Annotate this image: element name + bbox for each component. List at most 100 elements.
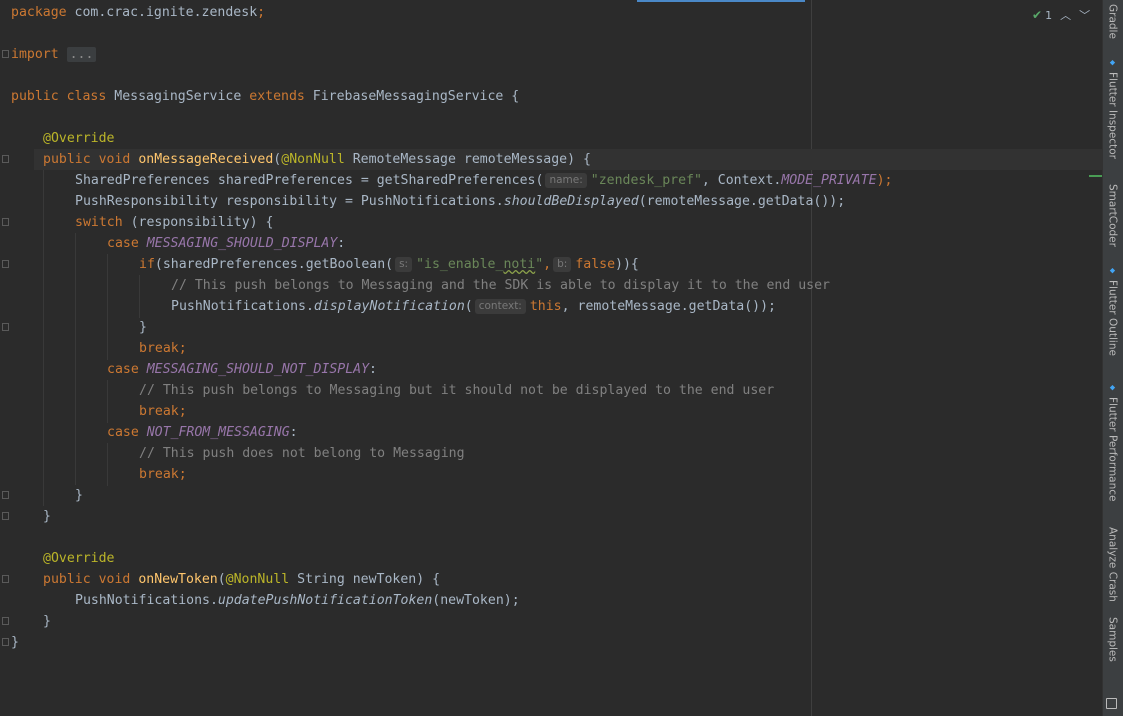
- static-method: updatePushNotificationToken: [217, 593, 433, 608]
- method-name: onMessageReceived: [138, 152, 274, 167]
- keyword: case: [107, 362, 139, 377]
- tool-window-gradle[interactable]: Gradle: [1102, 4, 1123, 39]
- indent-guide: [75, 233, 76, 485]
- inspection-status[interactable]: ✔ 1: [1032, 8, 1052, 22]
- brace: }: [43, 509, 51, 524]
- params: RemoteMessage remoteMessage) {: [344, 152, 591, 167]
- code-line-brace[interactable]: }: [43, 611, 51, 632]
- code-text: )){: [615, 257, 639, 272]
- code-line-comment[interactable]: // This push belongs to Messaging and th…: [171, 275, 830, 296]
- code-line-method-signature[interactable]: public void onNewToken(@NonNull String n…: [43, 569, 440, 590]
- check-icon: ✔: [1032, 8, 1043, 22]
- semicolon: ;: [178, 341, 187, 356]
- keyword: break: [139, 467, 179, 482]
- code-line-break[interactable]: break;: [139, 401, 187, 422]
- keyword: package: [11, 5, 67, 20]
- inspection-widget[interactable]: ✔ 1 ︿ ﹀: [1032, 6, 1090, 24]
- keyword: public: [43, 152, 91, 167]
- annotation: @Override: [43, 551, 115, 566]
- code-line[interactable]: PushNotifications.displayNotification(co…: [171, 296, 776, 317]
- folded-imports[interactable]: ...: [66, 47, 97, 62]
- tool-window-label: Flutter Inspector: [1106, 72, 1119, 159]
- code-text: ,: [543, 257, 552, 272]
- super-class: FirebaseMessagingService {: [312, 89, 520, 104]
- tool-window-flutter-outline[interactable]: ◆ Flutter Outline: [1102, 266, 1123, 356]
- fold-marker[interactable]: [2, 218, 9, 226]
- chevron-down-icon[interactable]: ﹀: [1079, 7, 1090, 23]
- fold-marker[interactable]: [2, 512, 9, 520]
- brace: }: [43, 614, 51, 629]
- fold-marker[interactable]: [2, 491, 9, 499]
- fold-marker[interactable]: [2, 323, 9, 331]
- code-line[interactable]: PushNotifications.updatePushNotification…: [75, 590, 520, 611]
- keyword: extends: [249, 89, 305, 104]
- code-line-class[interactable]: public class MessagingService extends Fi…: [11, 86, 519, 107]
- code-text: (newToken);: [432, 593, 520, 608]
- keyword: void: [98, 572, 131, 587]
- static-method: displayNotification: [313, 299, 465, 314]
- code-line-annotation[interactable]: @Override: [43, 548, 114, 569]
- code-editor[interactable]: package com.crac.ignite.zendesk; import …: [0, 0, 1102, 716]
- tool-window-analyze-crash[interactable]: Analyze Crash: [1102, 527, 1123, 602]
- constant: MODE_PRIVATE: [781, 173, 877, 188]
- tool-window-flutter-performance[interactable]: ◆ Flutter Performance: [1102, 383, 1123, 502]
- keyword: false: [575, 257, 616, 272]
- code-line-brace[interactable]: }: [43, 506, 51, 527]
- code-line-if[interactable]: if(sharedPreferences.getBoolean(s: "is_en…: [139, 254, 639, 275]
- tool-window-label: Samples: [1106, 617, 1119, 662]
- code-line-brace[interactable]: }: [75, 485, 83, 506]
- keyword: case: [107, 236, 139, 251]
- code-line-annotation[interactable]: @Override: [43, 128, 114, 149]
- indent-guide: [107, 380, 108, 423]
- brace: }: [75, 488, 83, 503]
- flutter-icon: ◆: [1109, 58, 1116, 68]
- code-text: (sharedPreferences.getBoolean(: [154, 257, 394, 272]
- code-line-brace[interactable]: }: [11, 632, 19, 653]
- indent-guide: [107, 443, 108, 486]
- class-name: MessagingService: [114, 89, 242, 104]
- code-line[interactable]: PushResponsibility responsibility = Push…: [75, 191, 845, 212]
- code-text: SharedPreferences sharedPreferences = ge…: [75, 173, 544, 188]
- code-text: );: [876, 173, 893, 188]
- keyword: switch: [75, 215, 123, 230]
- tool-window-label: Gradle: [1106, 4, 1119, 39]
- fold-marker[interactable]: [2, 638, 9, 646]
- code-line-comment[interactable]: // This push does not belong to Messagin…: [139, 443, 465, 464]
- fold-marker[interactable]: [2, 260, 9, 268]
- code-line-case[interactable]: case MESSAGING_SHOULD_DISPLAY:: [107, 233, 345, 254]
- code-text: PushResponsibility responsibility = Push…: [75, 194, 504, 209]
- code-line-package[interactable]: package com.crac.ignite.zendesk;: [11, 2, 265, 23]
- code-text: :: [369, 362, 377, 377]
- code-line-comment[interactable]: // This push belongs to Messaging but it…: [139, 380, 774, 401]
- tool-window-smartcoder[interactable]: SmartCoder: [1102, 184, 1123, 247]
- chevron-up-icon[interactable]: ︿: [1060, 7, 1071, 23]
- editor-tab-indicator: [637, 0, 805, 2]
- code-line-break[interactable]: break;: [139, 338, 187, 359]
- code-line-method-signature[interactable]: public void onMessageReceived(@NonNull R…: [43, 149, 591, 170]
- enum-constant: NOT_FROM_MESSAGING: [146, 425, 290, 440]
- typo-warning[interactable]: noti: [503, 257, 535, 272]
- paren: (: [464, 299, 473, 314]
- event-log-icon[interactable]: [1106, 698, 1117, 709]
- fold-marker[interactable]: [2, 50, 9, 58]
- code-line[interactable]: SharedPreferences sharedPreferences = ge…: [75, 170, 893, 191]
- enum-constant: MESSAGING_SHOULD_DISPLAY: [146, 236, 338, 251]
- indent-guide: [43, 170, 44, 506]
- fold-marker[interactable]: [2, 575, 9, 583]
- code-text: (remoteMessage.getData());: [638, 194, 846, 209]
- code-line-case[interactable]: case MESSAGING_SHOULD_NOT_DISPLAY:: [107, 359, 377, 380]
- code-line-brace[interactable]: }: [139, 317, 147, 338]
- code-line-case[interactable]: case NOT_FROM_MESSAGING:: [107, 422, 298, 443]
- code-line-switch[interactable]: switch (responsibility) {: [75, 212, 274, 233]
- fold-marker[interactable]: [2, 155, 9, 163]
- string-literal: "is_enable_: [416, 257, 504, 272]
- code-line-break[interactable]: break;: [139, 464, 187, 485]
- keyword: this: [529, 299, 562, 314]
- tool-window-flutter-inspector[interactable]: ◆ Flutter Inspector: [1102, 58, 1123, 159]
- code-line-import[interactable]: import ...: [11, 44, 97, 65]
- param-hint: context:: [474, 299, 526, 314]
- tool-window-samples[interactable]: Samples: [1102, 617, 1123, 662]
- code-text: (responsibility) {: [122, 215, 274, 230]
- tool-window-label: Analyze Crash: [1106, 527, 1119, 602]
- fold-marker[interactable]: [2, 617, 9, 625]
